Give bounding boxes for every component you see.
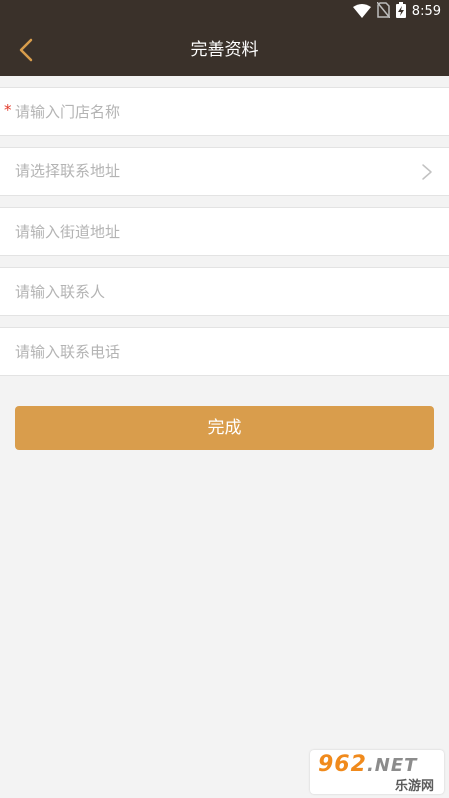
- contact-address-placeholder: 请选择联系地址: [15, 162, 121, 180]
- contact-address-select[interactable]: 请选择联系地址: [0, 147, 449, 196]
- street-address-field: [0, 207, 449, 256]
- required-mark: *: [4, 101, 12, 119]
- page-title: 完善资料: [190, 40, 259, 60]
- street-address-input[interactable]: [15, 208, 415, 255]
- contact-phone-field: [0, 327, 449, 376]
- chevron-right-icon: [422, 164, 432, 180]
- status-icons: 8:59: [352, 1, 441, 22]
- no-sim-icon: [376, 1, 391, 22]
- store-name-input[interactable]: [15, 88, 415, 135]
- watermark-text: 962.NET: [318, 752, 417, 777]
- submit-button[interactable]: 完成: [15, 406, 434, 450]
- contact-person-field: [0, 267, 449, 316]
- back-button[interactable]: [10, 34, 42, 66]
- watermark-number: 962: [318, 752, 367, 777]
- status-bar: 8:59: [0, 0, 449, 24]
- chevron-left-icon: [19, 38, 33, 62]
- watermark-logo: 962.NET 乐游网: [310, 750, 444, 794]
- store-name-field: *: [0, 87, 449, 136]
- status-time: 8:59: [411, 4, 441, 19]
- battery-charging-icon: [395, 2, 406, 22]
- contact-person-input[interactable]: [15, 268, 415, 315]
- contact-phone-input[interactable]: [15, 328, 415, 375]
- watermark-suffix: .NET: [366, 755, 418, 776]
- watermark-subtitle: 乐游网: [394, 779, 434, 794]
- wifi-icon: [352, 3, 371, 22]
- app-bar: 完善资料: [0, 24, 449, 76]
